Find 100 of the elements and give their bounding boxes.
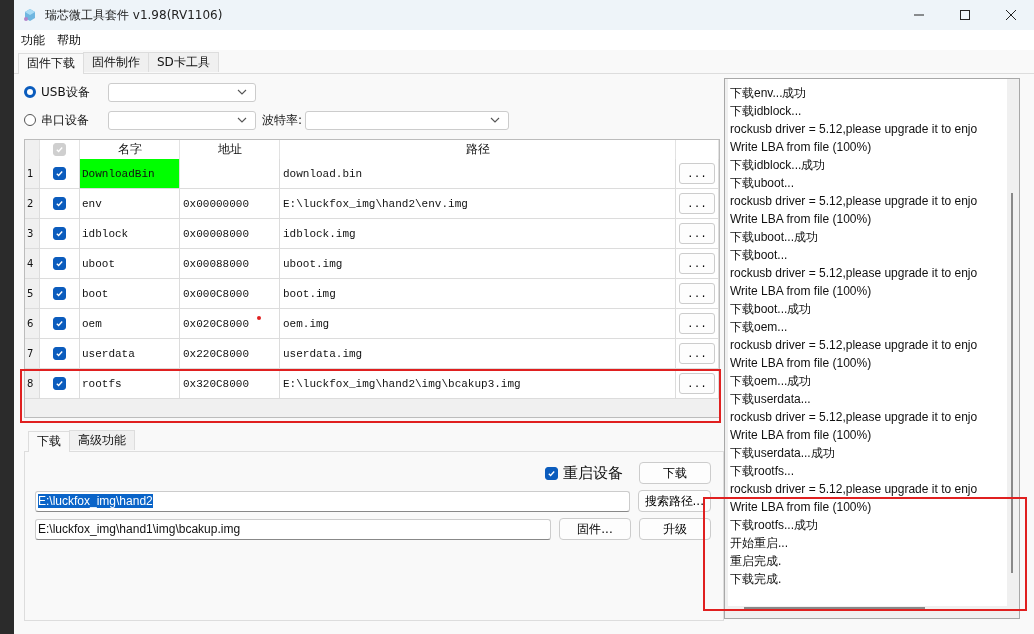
checkbox[interactable] <box>53 257 66 270</box>
checkbox[interactable] <box>545 466 558 480</box>
tab[interactable]: 固件制作 <box>83 52 149 72</box>
log-line: 开始重启... <box>729 535 789 552</box>
path-cell: oem.img <box>280 309 676 339</box>
log-line: 下载rootfs...成功 <box>729 517 819 534</box>
check-icon <box>55 229 64 238</box>
menu-item[interactable]: 帮助 <box>57 31 81 49</box>
check-icon <box>55 169 64 178</box>
check-icon <box>55 145 64 154</box>
tab[interactable]: 高级功能 <box>69 430 135 450</box>
path-field[interactable]: E:\luckfox_img\hand2 <box>35 490 630 512</box>
browse-button[interactable]: ... <box>679 253 715 274</box>
check-icon <box>55 289 64 298</box>
radio-label: USB设备 <box>41 83 91 101</box>
radio-button[interactable] <box>24 114 36 126</box>
log-line: 下载idblock...成功 <box>729 157 827 174</box>
log-line: Write LBA from file (100%) <box>729 139 873 156</box>
check-icon <box>55 259 64 268</box>
log-line: 重启完成. <box>729 553 783 570</box>
browse-button[interactable]: ... <box>679 223 715 244</box>
checkbox[interactable] <box>53 377 66 390</box>
row-number: 5 <box>25 279 40 309</box>
column-header: 路径 <box>280 140 676 159</box>
checkbox[interactable] <box>53 317 66 330</box>
path-cell: E:\luckfox_img\hand2\img\bcakup3.img <box>280 369 676 399</box>
column-header: 地址 <box>180 140 280 159</box>
firmware-field[interactable]: E:\luckfox_img\hand1\img\bcakup.img <box>35 518 551 540</box>
name-cell-text: boot <box>81 286 110 302</box>
log-line: 下载uboot...成功 <box>729 229 820 246</box>
horizontal-scrollbar[interactable] <box>744 607 925 610</box>
log-line: 下载boot... <box>729 247 789 264</box>
path-cell: boot.img <box>280 279 676 309</box>
log-line: 下载userdata... <box>729 391 812 408</box>
checkbox[interactable] <box>53 347 66 360</box>
address-cell: 0x000C8000 <box>180 279 280 309</box>
address-cell: 0x00000000 <box>180 189 280 219</box>
name-cell-text: idblock <box>81 226 130 242</box>
browse-button[interactable]: ... <box>679 343 715 364</box>
log-line: rockusb driver = 5.12,please upgrade it to enjo <box>729 337 979 354</box>
vertical-scrollbar[interactable] <box>1011 193 1013 573</box>
path-cell: uboot.img <box>280 249 676 279</box>
caret-icon <box>237 117 247 123</box>
radio-label: 串口设备 <box>41 111 90 129</box>
address-cell: 0x220C8000 <box>180 339 280 369</box>
log-line: rockusb driver = 5.12,please upgrade it to enjo <box>729 121 979 138</box>
check-icon <box>55 379 64 388</box>
check-icon <box>547 468 556 478</box>
log-line: 下载boot...成功 <box>729 301 813 318</box>
checkbox-label: 重启设备 <box>563 463 623 483</box>
browse-button[interactable]: ... <box>679 373 715 394</box>
log-line: 下载oem...成功 <box>729 373 813 390</box>
row-number: 3 <box>25 219 40 249</box>
log-line: Write LBA from file (100%) <box>729 283 873 300</box>
address-cell: 0x00088000 <box>180 249 280 279</box>
log-line: Write LBA from file (100%) <box>729 211 873 228</box>
caret-icon <box>490 117 501 123</box>
browse-button[interactable]: ... <box>679 163 715 184</box>
log-line: rockusb driver = 5.12,please upgrade it to enjo <box>729 409 979 426</box>
check-icon <box>55 199 64 208</box>
download-button[interactable]: 下载 <box>639 462 711 484</box>
checkbox[interactable] <box>53 197 66 210</box>
log-line: 下载uboot... <box>729 175 796 192</box>
checkbox[interactable] <box>53 227 66 240</box>
check-icon <box>55 349 64 358</box>
search-path-button[interactable]: 搜索路径... <box>637 490 711 512</box>
checkbox[interactable] <box>53 167 66 180</box>
log-line: 下载userdata...成功 <box>729 445 836 462</box>
name-cell: DownloadBin <box>80 159 179 188</box>
browse-button[interactable]: ... <box>679 283 715 304</box>
radio-button[interactable] <box>24 86 36 98</box>
path-cell: E:\luckfox_img\hand2\env.img <box>280 189 676 219</box>
log-line: 下载env...成功 <box>729 85 808 102</box>
tab[interactable]: 下载 <box>28 431 70 452</box>
baud-rate-label: 波特率: <box>262 111 303 129</box>
menu-item[interactable]: 功能 <box>21 31 45 49</box>
app-logo-icon <box>23 8 37 22</box>
row-number: 6 <box>25 309 40 339</box>
window-title: 瑞芯微工具套件 v1.98(RV1106) <box>45 6 224 24</box>
browse-button[interactable]: ... <box>679 193 715 214</box>
log-line: Write LBA from file (100%) <box>729 499 873 516</box>
tab[interactable]: 固件下载 <box>18 53 84 74</box>
log-line: Write LBA from file (100%) <box>729 355 873 372</box>
log-line: rockusb driver = 5.12,please upgrade it to enjo <box>729 265 979 282</box>
row-number: 2 <box>25 189 40 219</box>
row-number: 8 <box>25 369 40 399</box>
browse-button[interactable]: ... <box>679 313 715 334</box>
name-cell-text: oem <box>81 316 103 332</box>
name-cell-text: env <box>81 196 103 212</box>
log-line: 下载idblock... <box>729 103 803 120</box>
firmware-button[interactable]: 固件... <box>559 518 631 540</box>
log-line: 下载rootfs... <box>729 463 795 480</box>
log-line: rockusb driver = 5.12,please upgrade it to enjo <box>729 193 979 210</box>
path-cell: download.bin <box>280 159 676 189</box>
tab[interactable]: SD卡工具 <box>148 52 219 72</box>
log-line: rockusb driver = 5.12,please upgrade it to enjo <box>729 481 979 498</box>
row-number: 4 <box>25 249 40 279</box>
name-cell-text: rootfs <box>81 376 123 392</box>
checkbox[interactable] <box>53 287 66 300</box>
upgrade-button[interactable]: 升级 <box>639 518 711 540</box>
